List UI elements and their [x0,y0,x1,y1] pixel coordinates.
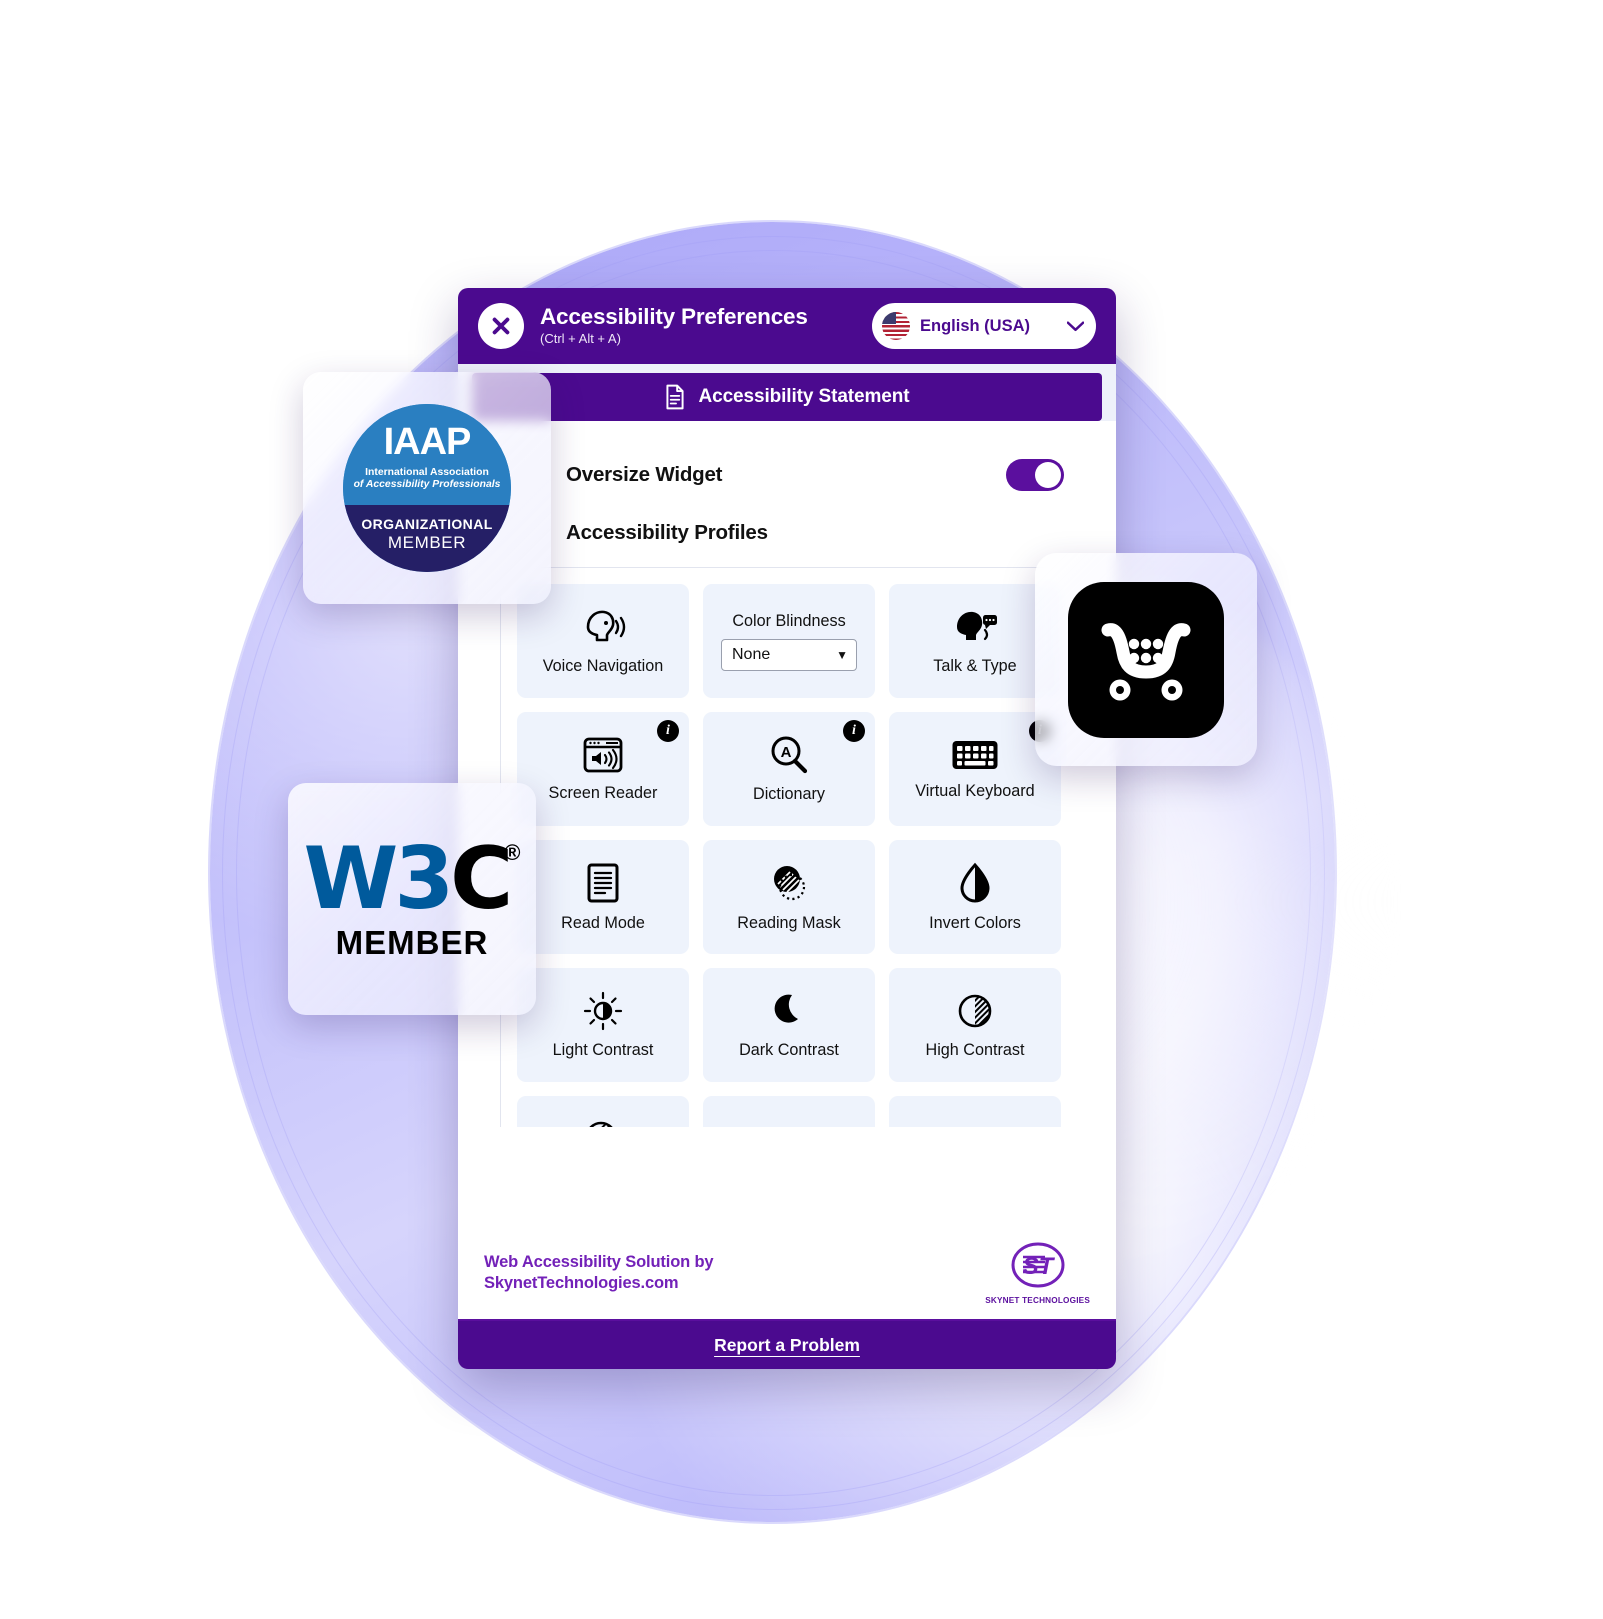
footer-line-2: SkynetTechnologies.com [484,1274,679,1292]
close-icon [492,317,510,335]
keyboard-shortcut-hint: (Ctrl + Alt + A) [540,331,621,347]
feature-label: Font Size [755,1125,823,1128]
feature-tile-invert-colors[interactable]: Invert Colors [889,840,1061,954]
screen-reader-icon [582,736,624,774]
skynet-mark-icon: ST [1011,1242,1065,1288]
feature-tile-line-height[interactable]: Line Height100% [889,1096,1061,1127]
read-mode-icon [585,862,621,904]
iaap-logo-bottom: ORGANIZATIONAL MEMBER [343,504,511,572]
report-a-problem-label: Report a Problem [714,1334,860,1355]
feature-label: Light Contrast [552,1040,654,1059]
language-label: English (USA) [920,316,1030,335]
dictionary-icon: A [769,735,809,775]
w3c-badge-card: W3 C ® MEMBER [288,783,536,1015]
feature-tile-smart-contrast[interactable]: Smart Contrast [517,1096,689,1127]
features-panel: Voice Navigation Color Blindness None ▼ Talk… [500,567,1080,1127]
iaap-line-2: of Accessibility Professionals [353,479,501,491]
chevron-down-icon [1066,318,1085,335]
feature-tile-light-contrast[interactable]: Light Contrast [517,968,689,1082]
header-titles: Accessibility Preferences (Ctrl + Alt + … [540,304,856,348]
close-button[interactable] [478,303,524,349]
footer-line-1: Web Accessibility Solution by [484,1252,714,1271]
feature-tile-screen-reader[interactable]: i Screen Reader [517,712,689,826]
us-flag-icon [882,312,910,340]
feature-tile-dark-contrast[interactable]: Dark Contrast [703,968,875,1082]
oversize-widget-toggle[interactable] [1006,459,1064,491]
feature-label: Color Blindness [732,611,846,630]
w3c-w3-text: W3 [303,829,454,929]
high-contrast-icon [955,991,995,1031]
widget-body: Oversize Widget Accessibility Profiles V… [458,421,1116,1227]
accessibility-profiles-label: Accessibility Profiles [566,521,768,544]
feature-label: Line Height [934,1125,1016,1128]
w3c-registered-mark: ® [504,840,521,865]
language-selector[interactable]: English (USA) [872,303,1096,349]
light-contrast-icon [583,991,623,1031]
footer-branding-text: Web Accessibility Solution by SkynetTech… [484,1252,714,1294]
oversize-widget-label: Oversize Widget [566,463,723,486]
skynet-logo: ST SKYNET TECHNOLOGIES [985,1241,1090,1305]
feature-tile-dictionary[interactable]: i A Dictionary [703,712,875,826]
feature-label: Talk & Type [933,656,1017,675]
accessibility-widget-panel: Accessibility Preferences (Ctrl + Alt + … [458,288,1116,1369]
feature-label: Invert Colors [929,913,1021,932]
accessibility-statement-button[interactable]: Accessibility Statement [472,373,1102,421]
svg-text:A: A [781,744,792,761]
w3c-member-label: MEMBER [335,924,489,961]
document-icon [666,384,685,410]
feature-label: Dark Contrast [739,1040,839,1059]
iaap-acronym: IAAP [383,421,472,464]
accessibility-profiles-row[interactable]: Accessibility Profiles [458,491,1116,545]
iaap-tier: ORGANIZATIONAL [361,515,493,532]
iaap-logo-top: IAAP International Association of Access… [343,404,511,505]
feature-label: Read Mode [561,913,645,932]
feature-label: Voice Navigation [542,656,664,675]
voice-navigation-icon [580,607,626,647]
w3c-wordmark: W3 C ® [303,836,520,922]
feature-tile-high-contrast[interactable]: High Contrast [889,968,1061,1082]
iaap-line-1: International Association [365,467,489,479]
skynet-logo-name: SKYNET TECHNOLOGIES [985,1296,1090,1305]
feature-label: Screen Reader [548,783,658,802]
feature-tile-color-blindness[interactable]: Color Blindness None ▼ [703,584,875,698]
w3c-logo: W3 C ® MEMBER [303,836,520,962]
feature-tile-reading-mask[interactable]: Reading Mask [703,840,875,954]
shopping-cart-badge-card [1035,553,1257,766]
feature-tile-read-mode[interactable]: Read Mode [517,840,689,954]
shopping-cart-icon [1101,622,1191,700]
widget-footer: Web Accessibility Solution by SkynetTech… [458,1227,1116,1321]
report-a-problem-button[interactable]: Report a Problem [458,1321,1116,1369]
feature-tile-font-size[interactable]: Font Size100% [703,1096,875,1127]
toggle-knob [1035,462,1061,488]
feature-label: Reading Mask [737,913,841,932]
oversize-widget-row: Oversize Widget [458,421,1116,491]
reading-mask-icon [768,862,810,904]
feature-label: High Contrast [925,1040,1025,1059]
widget-header: Accessibility Preferences (Ctrl + Alt + … [458,288,1116,364]
svg-text:ST: ST [1022,1253,1055,1280]
caret-down-icon: ▼ [836,647,848,662]
cart-icon-tile [1068,581,1224,738]
w3c-c-text: C [450,829,513,929]
iaap-badge-card: IAAP International Association of Access… [303,372,551,604]
statement-label: Accessibility Statement [698,386,910,407]
screenshot-root: Accessibility Preferences (Ctrl + Alt + … [0,0,1603,1619]
virtual-keyboard-icon [951,738,999,772]
iaap-logo: IAAP International Association of Access… [343,404,511,572]
iaap-member-label: MEMBER [387,532,467,552]
color-blindness-select[interactable]: None ▼ [721,638,857,671]
smart-contrast-icon [582,1118,624,1127]
page-title: Accessibility Preferences [540,303,808,329]
info-icon[interactable]: i [657,720,679,742]
feature-label: Virtual Keyboard [915,781,1035,800]
invert-colors-icon [958,862,992,904]
talk-and-type-icon [951,607,999,647]
dark-contrast-icon [771,991,807,1031]
features-grid: Voice Navigation Color Blindness None ▼ Talk… [517,584,1080,1127]
statement-bar-wrap: Accessibility Statement [458,364,1116,421]
feature-label: Dictionary [753,784,825,803]
info-icon[interactable]: i [843,720,865,742]
color-blindness-value: None [732,645,771,663]
